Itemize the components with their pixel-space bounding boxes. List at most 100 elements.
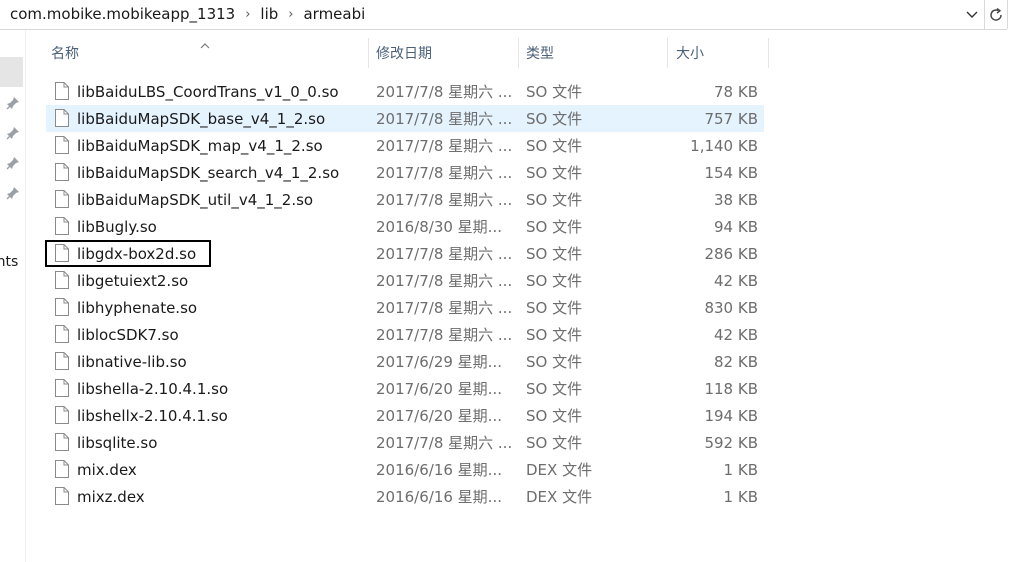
file-type: SO 文件 (526, 299, 583, 317)
file-name: libnative-lib.so (77, 352, 187, 371)
file-row[interactable]: libBaiduMapSDK_base_v4_1_2.so 2017/7/8 星期… (46, 105, 764, 132)
file-size: 1,140 KB (690, 136, 758, 155)
file-icon (55, 217, 69, 235)
file-type: SO 文件 (526, 407, 583, 425)
file-date: 2017/6/29 星期... (376, 353, 502, 371)
file-date: 2017/7/8 星期六 ... (376, 272, 513, 290)
file-date: 2017/7/8 星期六 ... (376, 137, 513, 155)
column-divider[interactable] (667, 38, 668, 68)
refresh-icon[interactable] (986, 4, 1006, 26)
file-date: 2017/7/8 星期六 ... (376, 245, 513, 263)
file-type: SO 文件 (526, 353, 583, 371)
file-row[interactable]: libsqlite.so 2017/7/8 星期六 ... SO 文件 592 KB (46, 429, 764, 456)
chevron-down-icon[interactable] (962, 6, 982, 24)
file-row[interactable]: libgdx-box2d.so 2017/7/8 星期六 ... SO 文件 286 … (45, 240, 764, 267)
file-row[interactable]: libnative-lib.so 2017/6/29 星期... SO 文件 82 K… (46, 348, 764, 375)
file-row[interactable]: libhyphenate.so 2017/7/8 星期六 ... SO 文件 830 … (46, 294, 764, 321)
file-name: libBaiduMapSDK_base_v4_1_2.so (77, 109, 326, 128)
file-date: 2017/6/20 星期... (376, 380, 502, 398)
file-icon (55, 406, 69, 424)
breadcrumb-separator-icon[interactable]: › (288, 7, 293, 22)
file-type: SO 文件 (526, 245, 583, 263)
file-name: libBugly.so (77, 217, 157, 236)
pin-icon[interactable] (6, 185, 20, 200)
pin-icon[interactable] (6, 155, 20, 170)
file-row[interactable]: libgetuiext2.so 2017/7/8 星期六 ... SO 文件 42 K… (46, 267, 764, 294)
file-row[interactable]: mixz.dex 2016/6/16 星期... DEX 文件 1 KB (46, 483, 764, 510)
column-headers: 名称 修改日期 类型 大小 (46, 38, 769, 68)
file-row[interactable]: libBaiduMapSDK_util_v4_1_2.so 2017/7/8 星期… (46, 186, 764, 213)
breadcrumb-item-package[interactable]: com.mobike.mobikeapp_1313 (10, 5, 235, 23)
file-size: 1 KB (723, 487, 758, 506)
column-header-name[interactable]: 名称 (51, 38, 366, 68)
file-type: SO 文件 (526, 218, 583, 236)
focus-rectangle (45, 240, 211, 267)
file-row[interactable]: libBaiduMapSDK_search_v4_1_2.so 2017/7/8 … (46, 159, 764, 186)
file-name: mix.dex (77, 460, 137, 479)
file-date: 2017/7/8 星期六 ... (376, 110, 513, 128)
file-row[interactable]: mix.dex 2016/6/16 星期... DEX 文件 1 KB (46, 456, 764, 483)
file-date: 2017/6/20 星期... (376, 407, 502, 425)
file-size: 94 KB (714, 217, 758, 236)
column-divider[interactable] (368, 38, 369, 68)
breadcrumb-item-armeabi[interactable]: armeabi (303, 5, 365, 23)
file-size: 286 KB (704, 244, 758, 263)
file-type: SO 文件 (526, 272, 583, 290)
address-bar[interactable]: com.mobike.mobikeapp_1313 › lib › armeab… (0, 0, 1008, 30)
file-icon (55, 379, 69, 397)
file-size: 757 KB (704, 109, 758, 128)
file-name: liblocSDK7.so (77, 325, 179, 344)
nav-item-partial-label[interactable]: ents (0, 254, 18, 270)
file-size: 42 KB (714, 325, 758, 344)
file-size: 82 KB (714, 352, 758, 371)
file-type: SO 文件 (526, 191, 583, 209)
file-icon (55, 271, 69, 289)
file-row[interactable]: libBaiduLBS_CoordTrans_v1_0_0.so 2017/7/8… (46, 78, 764, 105)
file-type: SO 文件 (526, 110, 583, 128)
column-divider[interactable] (518, 38, 519, 68)
file-date: 2017/7/8 星期六 ... (376, 191, 513, 209)
file-type: SO 文件 (526, 137, 583, 155)
file-icon (55, 163, 69, 181)
file-type: DEX 文件 (526, 461, 593, 479)
file-size: 38 KB (714, 190, 758, 209)
file-icon (55, 487, 69, 505)
navigation-pane-border (25, 30, 26, 562)
nav-selected-item[interactable] (0, 57, 23, 87)
file-icon (55, 190, 69, 208)
file-name: libshellx-2.10.4.1.so (77, 406, 228, 425)
breadcrumb-item-lib[interactable]: lib (260, 5, 278, 23)
file-name: libBaiduMapSDK_util_v4_1_2.so (77, 190, 314, 209)
file-icon (55, 460, 69, 478)
address-right-edge (1007, 0, 1008, 29)
file-row[interactable]: liblocSDK7.so 2017/7/8 星期六 ... SO 文件 42 KB (46, 321, 764, 348)
file-date: 2016/8/30 星期... (376, 218, 502, 236)
file-date: 2016/6/16 星期... (376, 488, 502, 506)
breadcrumb-separator-icon[interactable]: › (245, 7, 250, 22)
column-header-type[interactable]: 类型 (526, 38, 666, 68)
file-row[interactable]: libshella-2.10.4.1.so 2017/6/20 星期... SO 文… (46, 375, 764, 402)
file-icon (55, 136, 69, 154)
file-size: 78 KB (714, 82, 758, 101)
file-row[interactable]: libBugly.so 2016/8/30 星期... SO 文件 94 KB (46, 213, 764, 240)
column-header-date[interactable]: 修改日期 (376, 38, 516, 68)
file-date: 2017/7/8 星期六 ... (376, 299, 513, 317)
file-size: 194 KB (704, 406, 758, 425)
file-type: SO 文件 (526, 326, 583, 344)
file-row[interactable]: libshellx-2.10.4.1.so 2017/6/20 星期... SO 文… (46, 402, 764, 429)
file-row[interactable]: libBaiduMapSDK_map_v4_1_2.so 2017/7/8 星期六… (46, 132, 764, 159)
file-size: 42 KB (714, 271, 758, 290)
pin-icon[interactable] (6, 95, 20, 110)
file-type: DEX 文件 (526, 488, 593, 506)
file-icon (55, 109, 69, 127)
file-name: libhyphenate.so (77, 298, 198, 317)
file-date: 2017/7/8 星期六 ... (376, 83, 513, 101)
file-date: 2017/7/8 星期六 ... (376, 164, 513, 182)
file-icon (55, 298, 69, 316)
pin-icon[interactable] (6, 125, 20, 140)
file-date: 2016/6/16 星期... (376, 461, 502, 479)
column-divider[interactable] (768, 38, 769, 68)
file-name: libBaiduMapSDK_search_v4_1_2.so (77, 163, 340, 182)
column-header-size[interactable]: 大小 (676, 38, 766, 68)
file-date: 2017/7/8 星期六 ... (376, 326, 513, 344)
